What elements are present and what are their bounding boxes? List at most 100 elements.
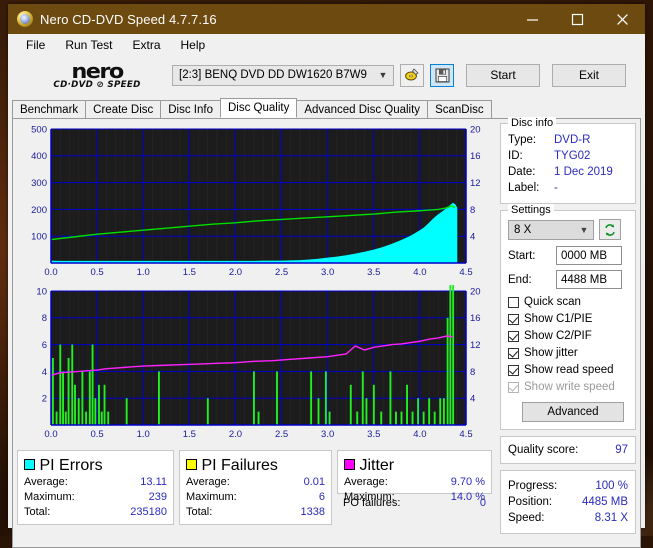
end-label: End: [508,273,532,286]
svg-text:8: 8 [470,205,475,216]
minimize-icon [527,18,538,21]
quality-score-group: Quality score: 97 [500,436,636,464]
menu-run-test[interactable]: Run Test [55,36,122,54]
app-icon [17,11,33,27]
maximize-button[interactable] [555,4,600,34]
start-button[interactable]: Start [466,63,540,87]
svg-text:3.5: 3.5 [367,267,380,278]
svg-text:300: 300 [31,178,47,189]
progress-group: Progress: 100 % Position: 4485 MB Speed:… [500,470,636,534]
info-row: ID: TYG02 [508,148,628,164]
toolbar: nero CD·DVD ⊘ SPEED [2:3] BENQ DVD DD DW… [8,56,645,94]
checkbox-label: Show C2/PIF [524,330,592,342]
tab-disc-quality[interactable]: Disc Quality [220,98,298,118]
jitter-color-swatch [344,459,355,470]
tab-disc-info[interactable]: Disc Info [160,100,221,118]
disc-eject-icon [405,68,419,81]
svg-text:3.0: 3.0 [321,267,334,278]
svg-text:4.5: 4.5 [459,429,472,440]
pi-failures-color-swatch [186,459,197,470]
svg-text:200: 200 [31,205,47,216]
settings-group: Settings 8 X ▼ Start: 0000 MB End: 4488 … [500,204,636,430]
menu-file[interactable]: File [16,36,55,54]
svg-text:400: 400 [31,151,47,162]
info-row: Type: DVD-R [508,132,628,148]
drive-select[interactable]: [2:3] BENQ DVD DD DW1620 B7W9 ▼ [172,64,394,86]
save-results-button[interactable] [430,63,454,87]
stat-row: Total: 1338 [186,505,325,520]
pi-failures-chart: 2 4 6 8 10 4 8 12 16 20 0.0 0.5 1.0 1.5 2.0 2.5 3.0 3.5 4.… [17,285,496,445]
pi-errors-average-label: Average: [24,476,68,488]
svg-text:6: 6 [42,340,47,351]
nero-logo-wordmark: nero [71,58,124,83]
refresh-arrows-icon [605,223,615,236]
stat-row: Total: 235180 [24,505,167,520]
svg-text:16: 16 [470,151,481,162]
refresh-button[interactable] [599,219,621,240]
checkbox-box [508,314,519,325]
svg-text:2.5: 2.5 [275,429,288,440]
disc-date-label: Date: [508,166,536,178]
minimize-button[interactable] [510,4,555,34]
progress-row: Progress: 100 % [508,478,628,494]
checkbox-quick-scan[interactable]: Quick scan [508,294,628,311]
checkbox-show-read-speed[interactable]: Show read speed [508,362,628,379]
pi-failures-title: PI Failures [201,457,278,474]
info-row: Date: 1 Dec 2019 [508,164,628,180]
start-button-label: Start [490,68,516,82]
svg-text:12: 12 [470,340,481,351]
disc-type-value: DVD-R [554,134,591,146]
close-button[interactable] [600,4,645,34]
checkbox-box [508,365,519,376]
checkbox-show-c2-pif[interactable]: Show C2/PIF [508,328,628,345]
checkbox-box [508,297,519,308]
close-icon [617,13,628,25]
tab-scandisc[interactable]: ScanDisc [427,100,492,118]
checkbox-label: Show read speed [524,364,614,376]
checkbox-box [508,382,519,393]
speed-select[interactable]: 8 X ▼ [508,219,594,240]
disc-id-value: TYG02 [554,150,591,162]
pi-failures-legend: PI Failures [186,457,325,475]
disc-label-label: Label: [508,182,540,194]
svg-text:12: 12 [470,178,481,189]
advanced-button-label: Advanced [547,406,599,418]
svg-text:1.5: 1.5 [183,267,196,278]
svg-text:4: 4 [42,367,47,378]
menu-extra[interactable]: Extra [122,36,170,54]
checkbox-label: Show jitter [524,347,578,359]
svg-text:4.0: 4.0 [413,429,426,440]
pi-errors-legend: PI Errors [24,457,167,475]
menu-help[interactable]: Help [171,36,216,54]
pi-errors-maximum-label: Maximum: [24,491,75,503]
tab-advanced-disc-quality[interactable]: Advanced Disc Quality [296,100,429,118]
jitter-maximum-label: Maximum: [344,491,395,503]
tab-benchmark[interactable]: Benchmark [12,100,87,118]
tab-create-disc[interactable]: Create Disc [85,100,162,118]
svg-text:16: 16 [470,313,481,324]
speed-label: Speed: [508,512,545,524]
charts-column: 100 200 300 400 500 4 8 12 16 20 0.0 0.5 1.0 1.5 2.0 2.… [13,119,500,547]
checkbox-label: Show C1/PIE [524,313,593,325]
pi-errors-total-value: 235180 [130,506,167,518]
svg-text:500: 500 [31,124,47,135]
checkbox-show-c1-pie[interactable]: Show C1/PIE [508,311,628,328]
svg-text:4: 4 [470,394,475,405]
speed-row: Speed: 8.31 X [508,510,628,526]
checkbox-show-jitter[interactable]: Show jitter [508,345,628,362]
jitter-legend: Jitter [344,457,485,475]
end-input[interactable]: 4488 MB [556,270,622,289]
start-input[interactable]: 0000 MB [556,246,622,265]
advanced-button[interactable]: Advanced [522,402,624,422]
pi-errors-total-label: Total: [24,506,51,518]
svg-text:8: 8 [470,367,475,378]
pi-failures-maximum-label: Maximum: [186,491,237,503]
speed-select-value: 8 X [514,223,532,236]
svg-text:1.5: 1.5 [183,429,196,440]
exit-button[interactable]: Exit [552,63,626,87]
eject-disc-button[interactable] [400,63,424,87]
quality-score-value: 97 [615,444,628,456]
svg-text:4: 4 [470,232,475,243]
jitter-maximum-value: 14.0 % [450,491,485,503]
pi-errors-maximum-value: 239 [148,491,167,503]
